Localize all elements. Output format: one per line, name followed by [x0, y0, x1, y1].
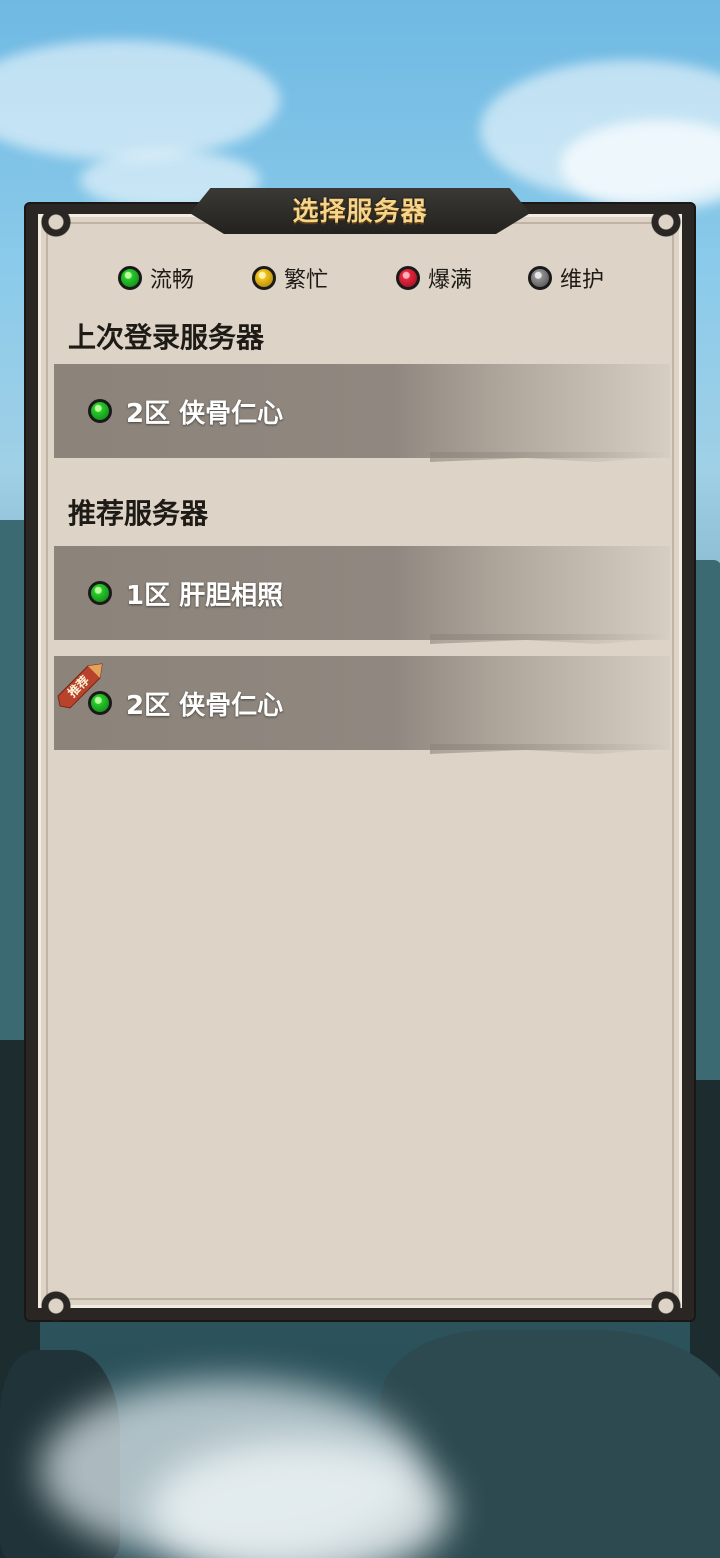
status-green-dot-icon — [118, 266, 142, 290]
server-row-recommended-2[interactable]: 2区 侠骨仁心 — [54, 656, 670, 750]
server-name: 1区 肝胆相照 — [126, 580, 284, 611]
server-name: 2区 侠骨仁心 — [126, 690, 284, 721]
server-name: 2区 侠骨仁心 — [126, 398, 284, 429]
legend-label: 维护 — [560, 268, 605, 293]
corner-ornament-bottom-left — [38, 1288, 74, 1324]
page-title: 选择服务器 — [292, 197, 428, 227]
legend-item-full: 爆满 — [396, 262, 472, 294]
corner-ornament-bottom-right — [648, 1288, 684, 1324]
legend-item-smooth: 流畅 — [118, 262, 194, 294]
server-row-last-login[interactable]: 2区 侠骨仁心 — [54, 364, 670, 458]
status-green-dot-icon — [88, 399, 112, 423]
status-yellow-dot-icon — [252, 266, 276, 290]
server-row-recommended-1[interactable]: 1区 肝胆相照 — [54, 546, 670, 640]
corner-ornament-top-left — [38, 204, 74, 240]
legend-label: 繁忙 — [284, 268, 329, 293]
recommended-section-title: 推荐服务器 — [68, 497, 209, 530]
status-green-dot-icon — [88, 581, 112, 605]
legend-label: 爆满 — [428, 268, 473, 293]
last-login-section-title: 上次登录服务器 — [68, 321, 265, 354]
corner-ornament-top-right — [648, 204, 684, 240]
legend-label: 流畅 — [150, 268, 195, 293]
status-red-dot-icon — [396, 266, 420, 290]
legend-item-maintenance: 维护 — [528, 262, 604, 294]
status-gray-dot-icon — [528, 266, 552, 290]
legend-item-busy: 繁忙 — [252, 262, 328, 294]
recommend-ribbon-badge: 推荐 — [57, 663, 103, 709]
status-legend: 流畅 繁忙 爆满 维护 — [114, 262, 614, 294]
